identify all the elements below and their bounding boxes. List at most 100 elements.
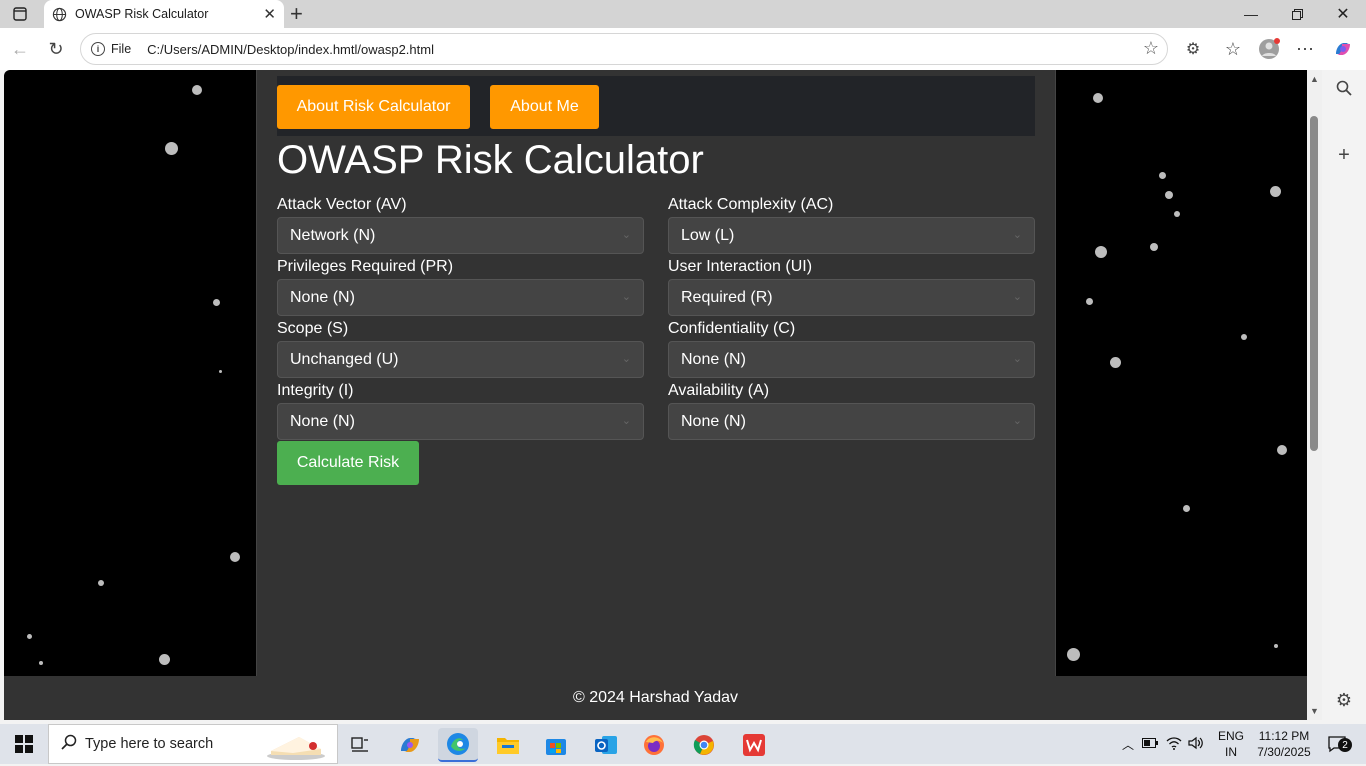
snow-particle [98, 580, 104, 586]
attack-complexity-select[interactable]: Low (L) ⌄ [668, 217, 1035, 254]
page-title: OWASP Risk Calculator [277, 138, 704, 182]
scroll-down-icon[interactable]: ▼ [1310, 706, 1319, 716]
tab-actions-icon[interactable] [8, 0, 32, 28]
extensions-icon[interactable]: ⚙ [1180, 28, 1206, 70]
new-tab-icon[interactable]: + [290, 1, 303, 27]
notification-center-icon[interactable]: 2 [1322, 732, 1352, 756]
attack-complexity-value: Low (L) [681, 226, 735, 244]
microsoft-store-icon[interactable] [536, 728, 576, 762]
back-icon[interactable]: ← [8, 28, 32, 70]
windows-taskbar: Type here to search ︿ ENG IN 11:12 PM 7/… [0, 724, 1366, 764]
restore-icon[interactable] [1282, 0, 1312, 28]
snow-particle [192, 85, 202, 95]
scope-select[interactable]: Unchanged (U) ⌄ [277, 341, 644, 378]
chevron-down-icon: ⌄ [1012, 353, 1022, 365]
taskbar-search[interactable]: Type here to search [48, 724, 338, 764]
cake-illustration-icon [265, 729, 327, 761]
browser-tab[interactable]: OWASP Risk Calculator ✕ [44, 0, 284, 28]
close-window-icon[interactable]: ✕ [1328, 0, 1358, 28]
browser-toolbar: ← ↻ i File C:/Users/ADMIN/Desktop/index.… [0, 28, 1366, 70]
edge-browser-icon[interactable] [438, 728, 478, 762]
chevron-down-icon: ⌄ [621, 291, 631, 303]
snow-particle [1150, 243, 1158, 251]
privileges-required-label: Privileges Required (PR) [277, 258, 454, 275]
protocol-label: File [111, 42, 132, 56]
copilot-app-icon[interactable] [390, 728, 430, 762]
page-scrollbar[interactable]: ▲ ▼ [1307, 70, 1322, 720]
firefox-icon[interactable] [634, 728, 674, 762]
calculate-risk-button[interactable]: Calculate Risk [277, 441, 419, 485]
chevron-down-icon: ⌄ [621, 229, 631, 241]
attack-vector-select[interactable]: Network (N) ⌄ [277, 217, 644, 254]
volume-icon[interactable] [1188, 736, 1204, 753]
language-indicator[interactable]: ENG IN [1218, 728, 1244, 760]
more-icon[interactable]: ⋯ [1292, 28, 1318, 70]
attack-vector-value: Network (N) [290, 226, 376, 244]
snow-particle [1183, 505, 1190, 512]
address-bar[interactable]: i File C:/Users/ADMIN/Desktop/index.hmtl… [80, 33, 1168, 65]
chevron-down-icon: ⌄ [621, 353, 631, 365]
system-clock[interactable]: 11:12 PM 7/30/2025 [1254, 728, 1314, 760]
minimize-icon[interactable]: — [1236, 0, 1266, 28]
snow-particle [39, 661, 43, 665]
snow-particle [1110, 357, 1121, 368]
snow-particle [1165, 191, 1173, 199]
region-code: IN [1225, 745, 1237, 759]
url-text[interactable]: C:/Users/ADMIN/Desktop/index.hmtl/owasp2… [147, 42, 434, 57]
snow-particle [27, 634, 32, 639]
user-interaction-select[interactable]: Required (R) ⌄ [668, 279, 1035, 316]
chevron-down-icon: ⌄ [1012, 415, 1022, 427]
copilot-icon[interactable] [1330, 28, 1356, 70]
snow-particle [1241, 334, 1247, 340]
about-me-button[interactable]: About Me [490, 85, 599, 129]
top-navigation: About Risk Calculator About Me [277, 76, 1035, 136]
snow-particle [1270, 186, 1281, 197]
settings-gear-icon[interactable]: ⚙ [1322, 690, 1366, 711]
system-tray: ︿ [1120, 724, 1216, 764]
browser-tab-strip: OWASP Risk Calculator ✕ + — ✕ [0, 0, 1366, 28]
snow-particle [1086, 298, 1093, 305]
snow-particle [1277, 445, 1287, 455]
browser-sidebar: + ⚙ [1322, 70, 1366, 720]
chrome-icon[interactable] [684, 728, 724, 762]
scope-label: Scope (S) [277, 320, 349, 337]
privileges-required-select[interactable]: None (N) ⌄ [277, 279, 644, 316]
chevron-down-icon: ⌄ [1012, 291, 1022, 303]
scroll-up-icon[interactable]: ▲ [1310, 74, 1319, 84]
snow-particle [1067, 648, 1080, 661]
snow-particle [230, 552, 240, 562]
wifi-icon[interactable] [1166, 736, 1182, 753]
favorite-star-icon[interactable]: ☆ [1143, 38, 1159, 59]
chevron-up-icon[interactable]: ︿ [1122, 736, 1134, 753]
confidentiality-select[interactable]: None (N) ⌄ [668, 341, 1035, 378]
info-icon[interactable]: i [91, 42, 105, 56]
task-view-icon[interactable] [340, 728, 380, 762]
privileges-required-value: None (N) [290, 288, 355, 306]
favorites-icon[interactable]: ☆ [1220, 28, 1246, 70]
snow-particle [1095, 246, 1107, 258]
battery-icon[interactable] [1142, 737, 1159, 751]
outlook-icon[interactable] [586, 728, 626, 762]
profile-avatar[interactable] [1256, 28, 1282, 70]
user-interaction-value: Required (R) [681, 288, 773, 306]
add-icon[interactable]: + [1322, 144, 1366, 167]
snow-particle [159, 654, 170, 665]
wps-office-icon[interactable] [734, 728, 774, 762]
integrity-select[interactable]: None (N) ⌄ [277, 403, 644, 440]
attack-vector-label: Attack Vector (AV) [277, 196, 407, 213]
snow-particle [1174, 211, 1180, 217]
close-tab-icon[interactable]: ✕ [263, 5, 276, 23]
about-risk-calculator-button[interactable]: About Risk Calculator [277, 85, 470, 129]
snow-particle [1159, 172, 1166, 179]
scope-value: Unchanged (U) [290, 350, 399, 368]
availability-select[interactable]: None (N) ⌄ [668, 403, 1035, 440]
snow-particle [1274, 644, 1278, 648]
windows-start-icon[interactable] [0, 724, 48, 764]
integrity-value: None (N) [290, 412, 355, 430]
search-icon[interactable] [1322, 80, 1366, 101]
search-icon [61, 734, 77, 755]
snow-particle [219, 370, 222, 373]
file-explorer-icon[interactable] [488, 728, 528, 762]
refresh-icon[interactable]: ↻ [44, 28, 68, 70]
scrollbar-thumb[interactable] [1310, 116, 1318, 451]
